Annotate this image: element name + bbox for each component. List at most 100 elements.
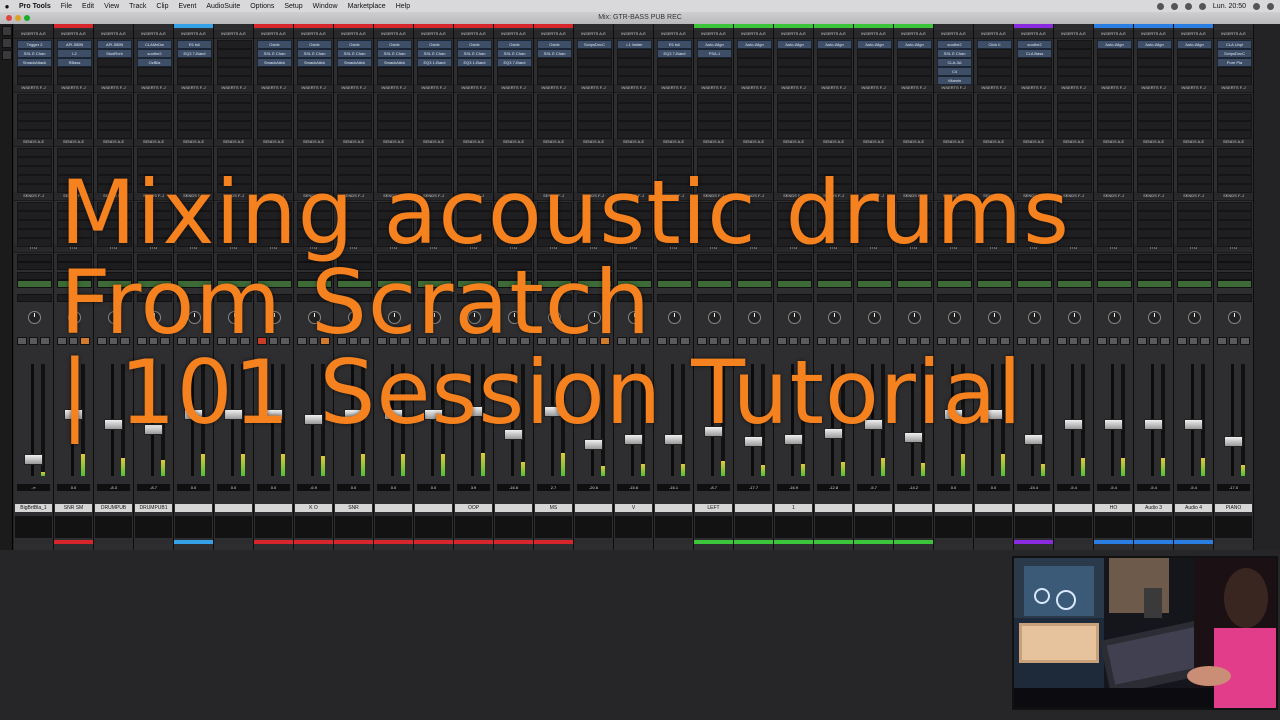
send-slot[interactable] <box>537 166 572 175</box>
insert-slot[interactable] <box>177 121 212 130</box>
volume-fader[interactable] <box>544 406 563 417</box>
insert-slot[interactable] <box>857 76 892 85</box>
send-slot[interactable] <box>857 148 892 157</box>
send-slot[interactable] <box>1137 229 1172 238</box>
automation-read[interactable] <box>257 280 292 288</box>
send-slot[interactable] <box>17 229 52 238</box>
send-slot[interactable] <box>1137 202 1172 211</box>
send-slot[interactable] <box>737 229 772 238</box>
group-selector[interactable] <box>337 294 372 302</box>
insert-slot[interactable] <box>177 103 212 112</box>
input-selector[interactable] <box>737 254 772 262</box>
send-slot[interactable] <box>737 157 772 166</box>
send-slot[interactable] <box>377 202 412 211</box>
insert-slot[interactable] <box>817 94 852 103</box>
track-comment[interactable] <box>1015 516 1052 538</box>
send-slot[interactable] <box>177 211 212 220</box>
insert-slot[interactable] <box>697 130 732 139</box>
send-slot[interactable] <box>937 220 972 229</box>
track-comment[interactable] <box>55 516 92 538</box>
mute-button[interactable] <box>440 337 451 345</box>
send-slot[interactable] <box>577 175 612 184</box>
track-comment[interactable] <box>455 516 492 538</box>
mute-button[interactable] <box>600 337 611 345</box>
group-selector[interactable] <box>977 294 1012 302</box>
insert-slot[interactable] <box>617 103 652 112</box>
track-comment[interactable] <box>895 516 932 538</box>
insert-slot[interactable] <box>1177 112 1212 121</box>
send-slot[interactable] <box>497 220 532 229</box>
send-slot[interactable] <box>1097 148 1132 157</box>
insert-slot[interactable] <box>777 130 812 139</box>
insert-slot[interactable] <box>1177 121 1212 130</box>
insert-slot[interactable] <box>1017 67 1052 76</box>
insert-slot[interactable] <box>857 112 892 121</box>
menu-edit[interactable]: Edit <box>77 3 99 10</box>
send-slot[interactable] <box>577 157 612 166</box>
send-slot[interactable] <box>537 184 572 193</box>
track-comment[interactable] <box>815 516 852 538</box>
pan-knob[interactable] <box>388 311 401 324</box>
insert-slot[interactable] <box>177 112 212 121</box>
track-comment[interactable] <box>215 516 252 538</box>
send-slot[interactable] <box>617 148 652 157</box>
insert-slot[interactable] <box>497 103 532 112</box>
send-slot[interactable] <box>657 175 692 184</box>
insert-slot[interactable] <box>737 112 772 121</box>
track-name[interactable] <box>215 504 252 512</box>
group-selector[interactable] <box>17 294 52 302</box>
send-slot[interactable] <box>137 184 172 193</box>
pan-knob[interactable] <box>748 311 761 324</box>
insert-slot[interactable] <box>1177 130 1212 139</box>
group-selector[interactable] <box>697 294 732 302</box>
insert-slot[interactable] <box>337 94 372 103</box>
mute-button[interactable] <box>880 337 891 345</box>
output-selector[interactable] <box>217 262 252 270</box>
send-slot[interactable] <box>617 220 652 229</box>
track-name[interactable] <box>935 504 972 512</box>
insert-slot[interactable] <box>1177 94 1212 103</box>
insert-plugin[interactable]: Click II <box>977 40 1012 49</box>
send-slot[interactable] <box>657 157 692 166</box>
insert-plugin[interactable]: EQ3 7-Band <box>177 49 212 58</box>
insert-slot[interactable] <box>897 94 932 103</box>
volume-fader[interactable] <box>224 409 243 420</box>
insert-slot[interactable] <box>777 94 812 103</box>
send-slot[interactable] <box>577 238 612 247</box>
send-slot[interactable] <box>1137 211 1172 220</box>
insert-slot[interactable] <box>137 130 172 139</box>
volume-fader[interactable] <box>344 409 363 420</box>
insert-slot[interactable] <box>457 67 492 76</box>
solo-button[interactable] <box>948 337 959 345</box>
output-selector[interactable] <box>657 262 692 270</box>
automation-read[interactable] <box>777 280 812 288</box>
volume-fader[interactable] <box>104 419 123 430</box>
status-icon[interactable] <box>1156 2 1164 10</box>
output-selector[interactable] <box>1057 262 1092 270</box>
insert-slot[interactable] <box>497 94 532 103</box>
insert-plugin[interactable]: Auto-Align <box>897 40 932 49</box>
insert-slot[interactable] <box>577 58 612 67</box>
input-selector[interactable] <box>457 254 492 262</box>
send-slot[interactable] <box>1057 220 1092 229</box>
solo-button[interactable] <box>668 337 679 345</box>
pan-knob[interactable] <box>548 311 561 324</box>
send-slot[interactable] <box>1017 220 1052 229</box>
input-selector[interactable] <box>137 254 172 262</box>
insert-slot[interactable] <box>617 130 652 139</box>
send-slot[interactable] <box>577 148 612 157</box>
mute-button[interactable] <box>1000 337 1011 345</box>
send-slot[interactable] <box>17 202 52 211</box>
pan-knob[interactable] <box>788 311 801 324</box>
volume-fader[interactable] <box>904 432 923 443</box>
automation-mode[interactable] <box>217 272 252 280</box>
insert-slot[interactable] <box>537 94 572 103</box>
insert-slot[interactable] <box>1137 121 1172 130</box>
output-selector[interactable] <box>1137 262 1172 270</box>
send-slot[interactable] <box>817 157 852 166</box>
automation-mode[interactable] <box>337 272 372 280</box>
insert-slot[interactable] <box>1057 76 1092 85</box>
send-slot[interactable] <box>577 211 612 220</box>
insert-slot[interactable] <box>537 112 572 121</box>
insert-plugin[interactable]: EQ3 7-Band <box>657 49 692 58</box>
